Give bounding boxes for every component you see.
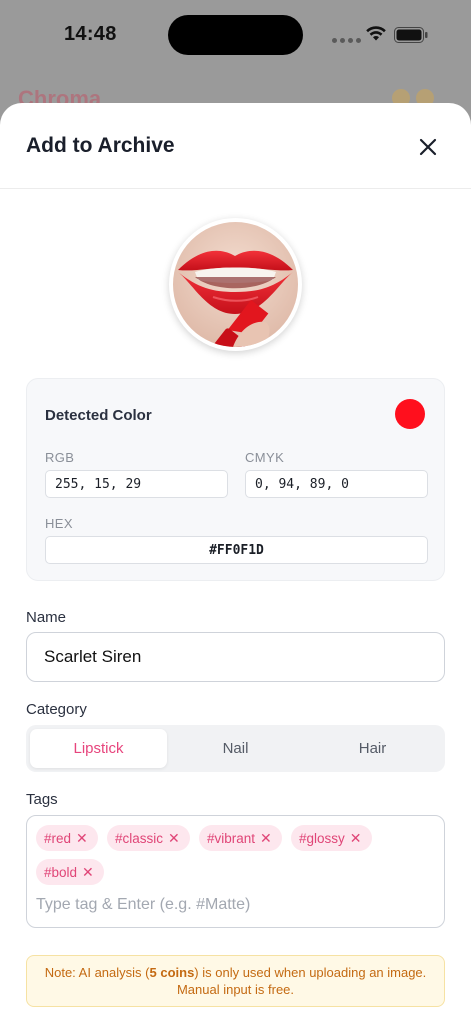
detected-color-card: Detected Color RGB 255, 15, 29 CMYK 0, 9… (26, 378, 445, 581)
tags-label: Tags (26, 791, 58, 808)
color-swatch (395, 399, 425, 429)
remove-tag-icon[interactable]: ✕ (76, 830, 88, 847)
tags-field[interactable]: #red ✕ #classic ✕ #vibrant ✕ #glossy ✕ #… (26, 815, 445, 928)
hex-label: HEX (45, 516, 73, 531)
tag-text: #vibrant (207, 830, 256, 846)
category-option-nail[interactable]: Nail (167, 729, 304, 768)
remove-tag-icon[interactable]: ✕ (350, 830, 362, 847)
tag-text: #glossy (299, 830, 345, 846)
category-label: Category (26, 701, 87, 718)
note-prefix: Note: AI analysis ( (44, 965, 150, 980)
status-bar: 14:48 (0, 0, 471, 70)
sheet-title: Add to Archive (26, 134, 175, 157)
ai-cost-note: Note: AI analysis (5 coins) is only used… (26, 955, 445, 1007)
hex-value: #FF0F1D (45, 536, 428, 564)
category-selector: Lipstick Nail Hair (26, 725, 445, 772)
close-button[interactable] (412, 131, 444, 163)
close-icon (419, 138, 437, 156)
add-to-archive-sheet: Add to Archive Detected Color RGB 255, 1… (0, 103, 471, 1024)
tag-chip: #bold ✕ (36, 859, 104, 885)
tag-text: #red (44, 830, 72, 846)
tag-input[interactable]: Type tag & Enter (e.g. #Matte) (36, 896, 250, 914)
product-photo[interactable] (169, 218, 302, 351)
remove-tag-icon[interactable]: ✕ (168, 830, 180, 847)
tag-chip: #glossy ✕ (291, 825, 372, 851)
wifi-icon (366, 26, 386, 41)
tag-text: #classic (115, 830, 164, 846)
rgb-value: 255, 15, 29 (45, 470, 228, 498)
tag-chip: #red ✕ (36, 825, 98, 851)
category-option-hair[interactable]: Hair (304, 729, 441, 768)
note-coins: 5 coins (149, 965, 195, 980)
sheet-header: Add to Archive (0, 103, 471, 189)
rgb-label: RGB (45, 450, 75, 465)
dynamic-island (168, 15, 303, 55)
status-time: 14:48 (64, 23, 117, 45)
cmyk-label: CMYK (245, 450, 285, 465)
name-input[interactable]: Scarlet Siren (26, 632, 445, 682)
battery-icon (394, 27, 428, 43)
category-option-lipstick[interactable]: Lipstick (30, 729, 167, 768)
cmyk-value: 0, 94, 89, 0 (245, 470, 428, 498)
remove-tag-icon[interactable]: ✕ (260, 830, 272, 847)
tag-chip: #classic ✕ (107, 825, 190, 851)
remove-tag-icon[interactable]: ✕ (82, 864, 94, 881)
detected-color-label: Detected Color (45, 407, 152, 424)
cellular-signal-icon (332, 38, 361, 43)
lips-image (173, 222, 298, 347)
tag-text: #bold (44, 864, 78, 880)
note-suffix: ) is only used when uploading an image. … (176, 965, 427, 997)
tag-chip: #vibrant ✕ (199, 825, 282, 851)
name-label: Name (26, 609, 67, 626)
